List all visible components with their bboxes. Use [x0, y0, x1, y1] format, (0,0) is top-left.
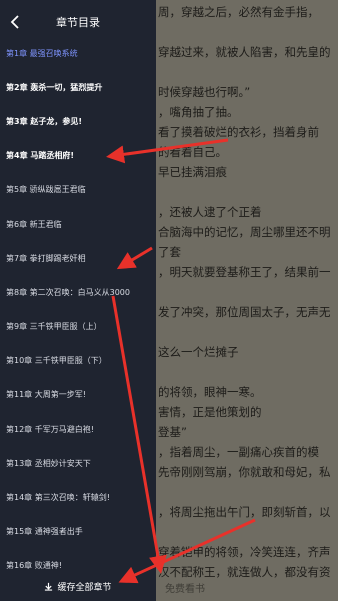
reader-text-line: 这么一个烂摊子 [158, 345, 239, 359]
chapter-label: 第5章 骄纵跋扈王君临 [6, 185, 86, 195]
reader-text-line: 早已挂满泪痕 [158, 165, 227, 179]
download-icon [45, 582, 53, 591]
chapter-label: 第14章 第三次召唤：轩辕剑! [6, 493, 110, 503]
reader-text-line: 时候穿越也行啊。” [158, 85, 251, 99]
reader-text-line: 登基” [158, 425, 187, 439]
drawer-title: 章节目录 [56, 16, 100, 29]
chapter-label: 第6章 新王君临 [6, 219, 62, 229]
reader-footer: 免费看书 [165, 584, 205, 595]
chapter-item[interactable]: 第1章 最强召唤系统 [0, 36, 156, 70]
chapter-label: 第4章 马踏丞相府! [6, 151, 74, 161]
reader-text-line: 汉不配称王，就连做人，都没有资 [158, 565, 331, 579]
chapter-label: 第10章 三千铁甲臣服（下） [6, 356, 107, 366]
chapter-label: 第13章 丞相妙计安天下 [6, 458, 91, 468]
reader-text-line: 周，穿越之后，必然有金手指， [158, 5, 319, 19]
chapter-label: 第1章 最强召唤系统 [6, 48, 78, 58]
chapter-label: 第8章 第二次召唤：白马义从3000 [6, 287, 130, 297]
reader-text-line: 害情，正是他策划的 [158, 405, 262, 419]
reader-text-line: 的看着自己。 [158, 145, 227, 159]
reader-text-line: 的将领，眼神一寒。 [158, 385, 262, 399]
chapter-label: 第16章 败通神! [6, 561, 62, 571]
chapter-label: 第7章 拳打脚踢老奸相 [6, 253, 86, 263]
chapter-label: 第2章 轰杀一切，猛烈提升 [6, 82, 103, 92]
reader-text-line: 合脑海中的记忆，周尘哪里还不明 [158, 225, 331, 239]
chapter-item[interactable]: 第2章 轰杀一切，猛烈提升 [0, 70, 156, 104]
chapter-list: 第1章 最强召唤系统第2章 轰杀一切，猛烈提升 第3章 赵子龙，参见! 第4章 马踏… [0, 36, 156, 583]
chapter-item[interactable]: 第11章 大周第一步军! [0, 378, 156, 412]
chapter-item[interactable]: 第14章 第三次召唤：轩辕剑! [0, 480, 156, 514]
chapter-label: 第15章 通神强者出手 [6, 527, 83, 537]
reader-text-line: ，明天就要登基称王了，结果前一 [158, 265, 331, 279]
reader-text-line: 看了摸着破烂的衣衫，挡着身前 [158, 125, 319, 139]
chapter-label: 第3章 赵子龙，参见! [6, 116, 82, 126]
chapter-drawer: 章节目录 第1章 最强召唤系统 第2章 轰杀一切，猛烈提升 第3章 赵子龙，参见! 第… [0, 0, 156, 601]
reader-text-line: 穿越过来，就被人陷害，和先皇的 [158, 45, 331, 59]
chapter-item[interactable]: 第13章 丞相妙计安天下 [0, 446, 156, 480]
chapter-item[interactable]: 第9章 三千铁甲臣服（上） [0, 310, 156, 344]
chapter-item[interactable]: 第10章 三千铁甲臣服（下） [0, 344, 156, 378]
reader-text-line: ，嘴角抽了抽。 [158, 105, 239, 119]
save-all-label: 缓存全部章节 [57, 582, 112, 593]
chapter-item[interactable]: 第8章 第二次召唤：白马义从3000 [0, 275, 156, 309]
reader-text-line: ，还被人逮了个正着 [158, 205, 262, 219]
save-all-chapters-button[interactable]: 缓存全部章节 [0, 571, 156, 601]
chapter-item[interactable]: 第3章 赵子龙，参见! [0, 104, 156, 138]
chapter-item[interactable]: 第7章 拳打脚踢老奸相 [0, 241, 156, 275]
reader-text-line: 先帝刚刚驾崩，你就敢和母妃，私 [158, 465, 331, 479]
chapter-item[interactable]: 第5章 骄纵跋扈王君临 [0, 173, 156, 207]
reader-text-line: 发了冲突，那位周国太子，无声无 [158, 305, 331, 319]
chapter-item[interactable]: 第6章 新王君临 [0, 207, 156, 241]
reader-text-line: 了套 [158, 245, 181, 259]
chapter-item[interactable]: 第12章 千军万马避白袍! [0, 412, 156, 446]
chapter-label: 第11章 大周第一步军! [6, 390, 86, 400]
chapter-label: 第9章 三千铁甲臣服（上） [6, 322, 102, 332]
reader-text-line: 穿着铠甲的将领，冷笑连连，齐声 [158, 545, 331, 559]
chapter-item[interactable]: 第4章 马踏丞相府! [0, 139, 156, 173]
reader-text-line: ，将周尘拖出午门，即刻斩首，以 [158, 505, 331, 519]
chapter-item[interactable]: 第15章 通神强者出手 [0, 515, 156, 549]
chapter-label: 第12章 千军万马避白袍! [6, 424, 94, 434]
reader-text-line: ，指着周尘，一副痛心疾首的模 [158, 445, 319, 459]
